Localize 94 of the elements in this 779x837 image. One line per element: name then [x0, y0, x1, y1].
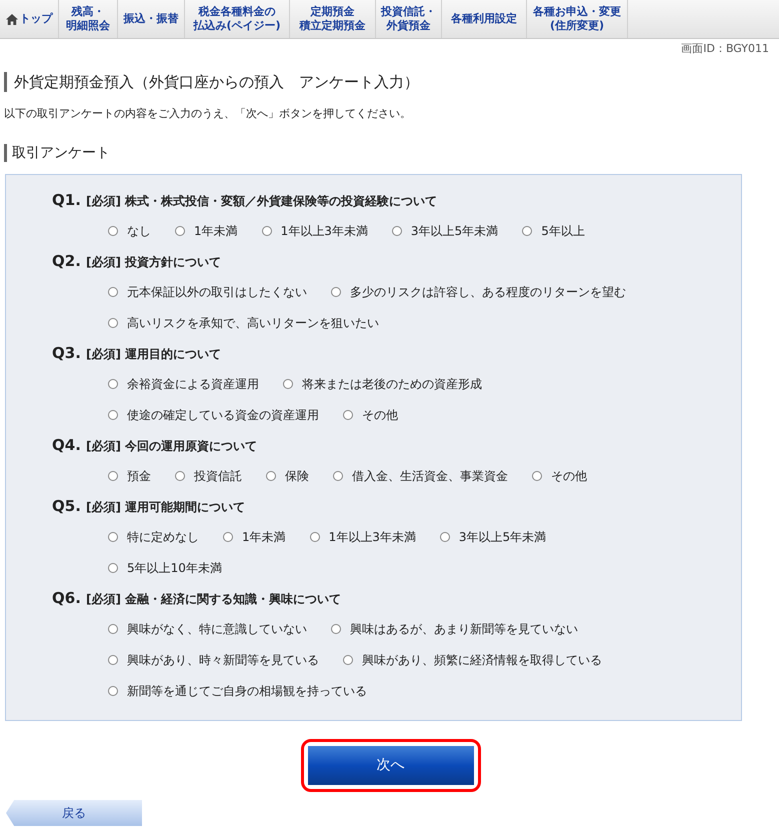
nav-tab[interactable]: 残高・ 明細照会	[59, 0, 118, 38]
option-label: 興味があり、時々新聞等を見ている	[127, 652, 319, 668]
nav-tab-label[interactable]: 振込・振替	[124, 12, 178, 26]
nav-tab-label[interactable]: 明細照会	[66, 19, 110, 33]
option-label: 特に定めなし	[127, 528, 199, 546]
radio-button[interactable]	[262, 226, 272, 236]
nav-tab-label[interactable]: 払込み(ペイジー)	[193, 19, 281, 33]
option-label: 新聞等を通じてご自身の相場観を持っている	[127, 682, 367, 700]
nav-tab-label[interactable]: トップ	[20, 12, 52, 26]
radio-button[interactable]	[392, 226, 402, 236]
option-label: 保険	[285, 468, 309, 484]
option-label: 将来または老後のための資産形成	[302, 376, 482, 392]
option-label: 1年未満	[194, 222, 238, 240]
option-label: 興味がなく、特に意識していない	[127, 620, 307, 638]
nav-tab[interactable]: 投資信託・ 外貨預金	[376, 0, 442, 38]
question-text: [必須] 運用可能期間について	[86, 499, 246, 516]
section-title: 取引アンケート	[4, 144, 775, 162]
option-label: 興味があり、頻繁に経済情報を取得している	[362, 652, 602, 668]
question-text: [必須] 今回の運用原資について	[86, 438, 258, 455]
question-text: [必須] 投資方針について	[86, 254, 222, 271]
screen-id: 画面ID：BGY011	[681, 41, 769, 57]
option-label: 投資信託	[194, 468, 242, 484]
radio-button[interactable]	[108, 318, 118, 328]
radio-button[interactable]	[108, 470, 118, 480]
nav-tab-label[interactable]: 外貨預金	[386, 19, 430, 33]
nav-tab[interactable]: トップ	[0, 0, 59, 38]
page-title: 外貨定期預金預入（外貨口座からの預入 アンケート入力）	[4, 72, 775, 92]
radio-button[interactable]	[108, 686, 118, 696]
option-label: 3年以上5年未満	[458, 528, 546, 546]
nav-tab[interactable]: 定期預金 積立定期預金	[290, 0, 376, 38]
radio-button[interactable]	[331, 286, 341, 296]
radio-button[interactable]	[108, 532, 118, 542]
radio-button[interactable]	[532, 470, 542, 480]
nav-tab[interactable]: 各種利用設定	[442, 0, 527, 38]
radio-button[interactable]	[343, 410, 353, 420]
instruction-text: 以下の取引アンケートの内容をご入力のうえ、「次へ」ボタンを押してください。	[4, 106, 412, 122]
nav-tab-label[interactable]: 残高・	[72, 5, 104, 19]
option-label: 1年未満	[242, 528, 286, 546]
option-label: 借入金、生活資金、事業資金	[352, 468, 508, 484]
radio-button[interactable]	[108, 654, 118, 664]
nav-tab-label[interactable]: 定期預金	[310, 5, 354, 19]
radio-button[interactable]	[343, 654, 353, 664]
radio-button[interactable]	[333, 470, 343, 480]
option-label: 高いリスクを承知で、高いリターンを狙いたい	[127, 314, 379, 332]
radio-button[interactable]	[108, 286, 118, 296]
radio-button[interactable]	[266, 470, 276, 480]
option-label: 余裕資金による資産運用	[127, 376, 259, 392]
question-number: Q6.	[52, 588, 82, 609]
back-button[interactable]: 戻る	[6, 800, 142, 826]
nav-tab[interactable]: 各種お申込・変更 (住所変更)	[527, 0, 628, 38]
nav-tab-label[interactable]: 各種お申込・変更	[533, 5, 621, 19]
nav-tab[interactable]: 税金各種料金の 払込み(ペイジー)	[185, 0, 290, 38]
nav-tab-label[interactable]: 積立定期預金	[300, 19, 366, 33]
home-icon	[6, 14, 18, 24]
question-number: Q3.	[52, 343, 82, 364]
option-label: 1年以上3年未満	[280, 222, 368, 240]
radio-button[interactable]	[223, 532, 233, 542]
option-label: 興味はあるが、あまり新聞等を見ていない	[350, 620, 578, 638]
radio-button[interactable]	[175, 470, 185, 480]
nav-tab[interactable]: 振込・振替	[118, 0, 185, 38]
nav-tab-label[interactable]: 各種利用設定	[451, 12, 517, 26]
question-number: Q4.	[52, 435, 82, 456]
radio-button[interactable]	[310, 532, 320, 542]
option-label: その他	[551, 468, 587, 484]
radio-button[interactable]	[331, 624, 341, 634]
option-label: 1年以上3年未満	[328, 528, 416, 546]
question-text: [必須] 株式・株式投信・変額／外貨建保険等の投資経験について	[86, 193, 438, 210]
question-text: [必須] 運用目的について	[86, 346, 222, 363]
question-number: Q1.	[52, 190, 82, 211]
nav-tab-label[interactable]: 投資信託・	[381, 5, 436, 19]
option-label: なし	[127, 222, 151, 240]
option-label: 5年以上10年未満	[127, 560, 222, 576]
radio-button[interactable]	[522, 226, 532, 236]
question-number: Q2.	[52, 251, 82, 272]
next-button[interactable]: 次へ	[308, 746, 474, 785]
radio-button[interactable]	[108, 410, 118, 420]
radio-button[interactable]	[283, 378, 293, 388]
question-number: Q5.	[52, 496, 82, 517]
option-label: 3年以上5年未満	[410, 222, 498, 240]
option-label: その他	[362, 406, 398, 424]
radio-button[interactable]	[440, 532, 450, 542]
radio-button[interactable]	[108, 378, 118, 388]
option-label: 使途の確定している資金の資産運用	[127, 406, 319, 424]
option-label: 預金	[127, 468, 151, 484]
nav-tab-label[interactable]: (住所変更)	[550, 19, 604, 33]
radio-button[interactable]	[108, 226, 118, 236]
radio-button[interactable]	[108, 624, 118, 634]
option-label: 元本保証以外の取引はしたくない	[127, 284, 307, 300]
option-label: 多少のリスクは許容し、ある程度のリターンを望む	[350, 284, 626, 300]
radio-button[interactable]	[108, 562, 118, 572]
nav-tab-label[interactable]: 税金各種料金の	[198, 5, 276, 19]
radio-button[interactable]	[175, 226, 185, 236]
option-label: 5年以上	[541, 222, 585, 240]
question-text: [必須] 金融・経済に関する知識・興味について	[86, 591, 342, 608]
